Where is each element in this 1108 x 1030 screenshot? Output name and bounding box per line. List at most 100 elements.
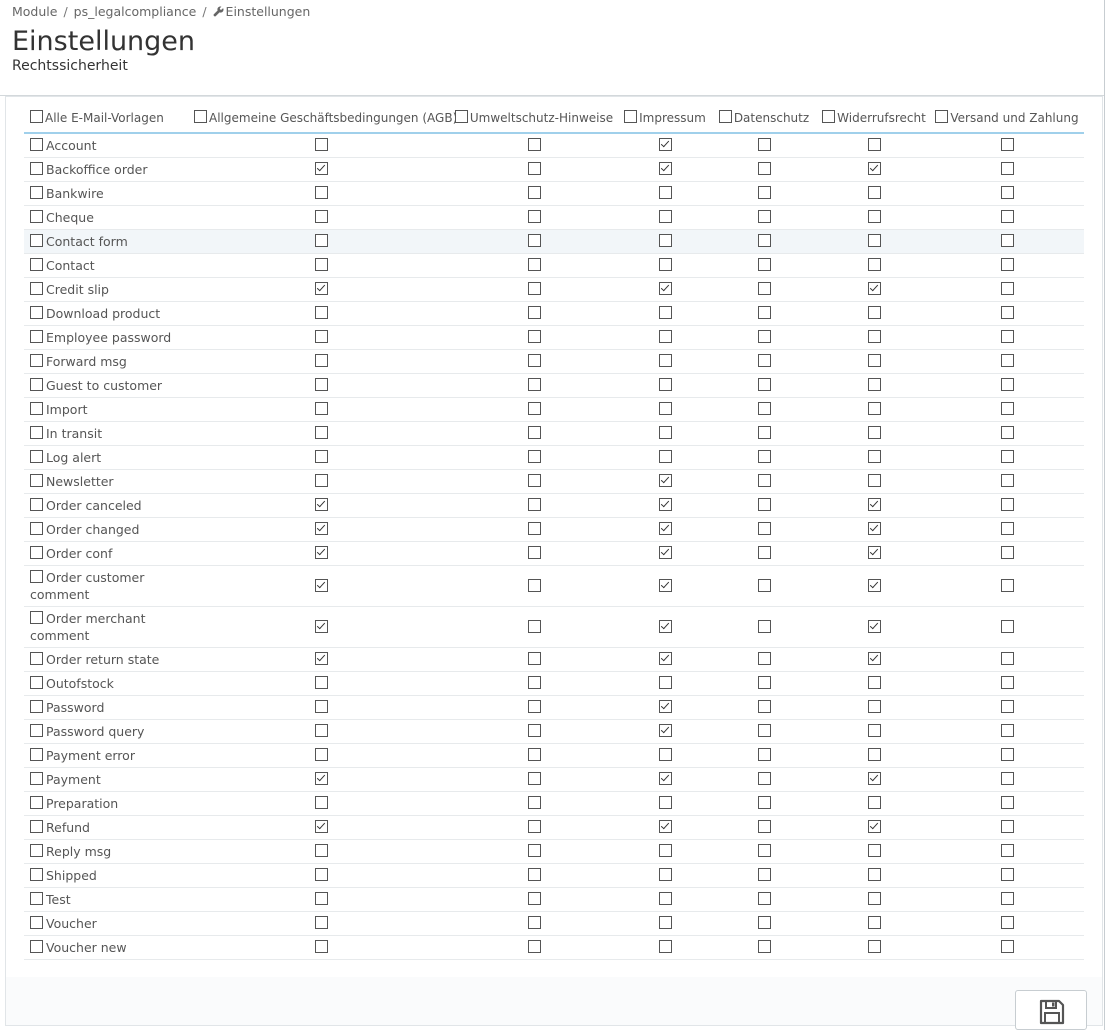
assignment-checkbox[interactable]: [658, 378, 672, 391]
assignment-checkbox[interactable]: [757, 378, 771, 391]
assignment-checkbox[interactable]: [527, 378, 541, 391]
assignment-checkbox[interactable]: [1000, 282, 1014, 295]
assignment-checkbox[interactable]: [658, 354, 672, 367]
assignment-checkbox[interactable]: [1000, 940, 1014, 953]
assignment-checkbox[interactable]: [527, 700, 541, 713]
assignment-checkbox[interactable]: [757, 282, 771, 295]
select-row-checkbox[interactable]: [30, 282, 43, 295]
select-column-checkbox[interactable]: [935, 109, 949, 123]
assignment-checkbox[interactable]: [1000, 378, 1014, 391]
select-row-checkbox[interactable]: [30, 330, 43, 343]
assignment-checkbox[interactable]: [757, 844, 771, 857]
assignment-checkbox[interactable]: [1000, 354, 1014, 367]
select-row-checkbox[interactable]: [30, 868, 43, 881]
select-row-checkbox[interactable]: [30, 522, 43, 535]
assignment-checkbox[interactable]: [527, 186, 541, 199]
select-row-checkbox[interactable]: [30, 426, 43, 439]
select-row-checkbox[interactable]: [30, 748, 43, 761]
assignment-checkbox[interactable]: [527, 724, 541, 737]
assignment-checkbox[interactable]: [314, 724, 328, 737]
assignment-checkbox[interactable]: [757, 772, 771, 785]
assignment-checkbox[interactable]: [867, 892, 881, 905]
select-row-checkbox[interactable]: [30, 940, 43, 953]
assignment-checkbox[interactable]: [867, 772, 881, 785]
assignment-checkbox[interactable]: [867, 546, 881, 559]
assignment-checkbox[interactable]: [757, 796, 771, 809]
assignment-checkbox[interactable]: [527, 474, 541, 487]
select-row-checkbox[interactable]: [30, 258, 43, 271]
assignment-checkbox[interactable]: [527, 402, 541, 415]
assignment-checkbox[interactable]: [527, 354, 541, 367]
select-row-checkbox[interactable]: [30, 844, 43, 857]
assignment-checkbox[interactable]: [658, 186, 672, 199]
assignment-checkbox[interactable]: [757, 868, 771, 881]
assignment-checkbox[interactable]: [314, 474, 328, 487]
assignment-checkbox[interactable]: [1000, 892, 1014, 905]
select-row-checkbox[interactable]: [30, 724, 43, 737]
assignment-checkbox[interactable]: [867, 844, 881, 857]
assignment-checkbox[interactable]: [658, 578, 672, 592]
assignment-checkbox[interactable]: [527, 258, 541, 271]
assignment-checkbox[interactable]: [658, 138, 672, 151]
assignment-checkbox[interactable]: [527, 619, 541, 633]
select-row-checkbox[interactable]: [30, 306, 43, 319]
assignment-checkbox[interactable]: [867, 210, 881, 223]
assignment-checkbox[interactable]: [314, 426, 328, 439]
assignment-checkbox[interactable]: [757, 940, 771, 953]
assignment-checkbox[interactable]: [314, 748, 328, 761]
assignment-checkbox[interactable]: [757, 258, 771, 271]
assignment-checkbox[interactable]: [314, 820, 328, 833]
assignment-checkbox[interactable]: [658, 522, 672, 535]
assignment-checkbox[interactable]: [867, 796, 881, 809]
assignment-checkbox[interactable]: [1000, 450, 1014, 463]
select-row-checkbox[interactable]: [30, 354, 43, 367]
assignment-checkbox[interactable]: [867, 282, 881, 295]
assignment-checkbox[interactable]: [314, 402, 328, 415]
assignment-checkbox[interactable]: [757, 748, 771, 761]
assignment-checkbox[interactable]: [1000, 330, 1014, 343]
assignment-checkbox[interactable]: [658, 916, 672, 929]
assignment-checkbox[interactable]: [314, 258, 328, 271]
assignment-checkbox[interactable]: [314, 378, 328, 391]
assignment-checkbox[interactable]: [314, 892, 328, 905]
assignment-checkbox[interactable]: [757, 330, 771, 343]
select-column-checkbox[interactable]: [194, 109, 207, 123]
select-row-checkbox[interactable]: [30, 138, 43, 151]
assignment-checkbox[interactable]: [757, 426, 771, 439]
select-row-checkbox[interactable]: [30, 916, 43, 929]
select-row-checkbox[interactable]: [30, 700, 43, 713]
assignment-checkbox[interactable]: [1000, 498, 1014, 511]
assignment-checkbox[interactable]: [867, 522, 881, 535]
assignment-checkbox[interactable]: [867, 306, 881, 319]
assignment-checkbox[interactable]: [527, 426, 541, 439]
assignment-checkbox[interactable]: [658, 772, 672, 785]
assignment-checkbox[interactable]: [527, 282, 541, 295]
assignment-checkbox[interactable]: [757, 522, 771, 535]
assignment-checkbox[interactable]: [867, 138, 881, 151]
assignment-checkbox[interactable]: [757, 498, 771, 511]
assignment-checkbox[interactable]: [658, 162, 672, 175]
assignment-checkbox[interactable]: [757, 578, 771, 592]
assignment-checkbox[interactable]: [314, 546, 328, 559]
assignment-checkbox[interactable]: [314, 282, 328, 295]
assignment-checkbox[interactable]: [658, 546, 672, 559]
select-row-checkbox[interactable]: [30, 186, 43, 199]
select-row-checkbox[interactable]: [30, 652, 43, 665]
assignment-checkbox[interactable]: [314, 498, 328, 511]
assignment-checkbox[interactable]: [527, 844, 541, 857]
assignment-checkbox[interactable]: [1000, 820, 1014, 833]
assignment-checkbox[interactable]: [867, 354, 881, 367]
assignment-checkbox[interactable]: [1000, 186, 1014, 199]
assignment-checkbox[interactable]: [314, 450, 328, 463]
assignment-checkbox[interactable]: [867, 916, 881, 929]
assignment-checkbox[interactable]: [527, 234, 541, 247]
breadcrumb-module-name[interactable]: ps_legalcompliance: [74, 4, 197, 19]
select-row-checkbox[interactable]: [30, 162, 43, 175]
assignment-checkbox[interactable]: [527, 210, 541, 223]
assignment-checkbox[interactable]: [527, 578, 541, 592]
assignment-checkbox[interactable]: [867, 868, 881, 881]
assignment-checkbox[interactable]: [1000, 844, 1014, 857]
assignment-checkbox[interactable]: [527, 498, 541, 511]
assignment-checkbox[interactable]: [1000, 426, 1014, 439]
assignment-checkbox[interactable]: [658, 282, 672, 295]
